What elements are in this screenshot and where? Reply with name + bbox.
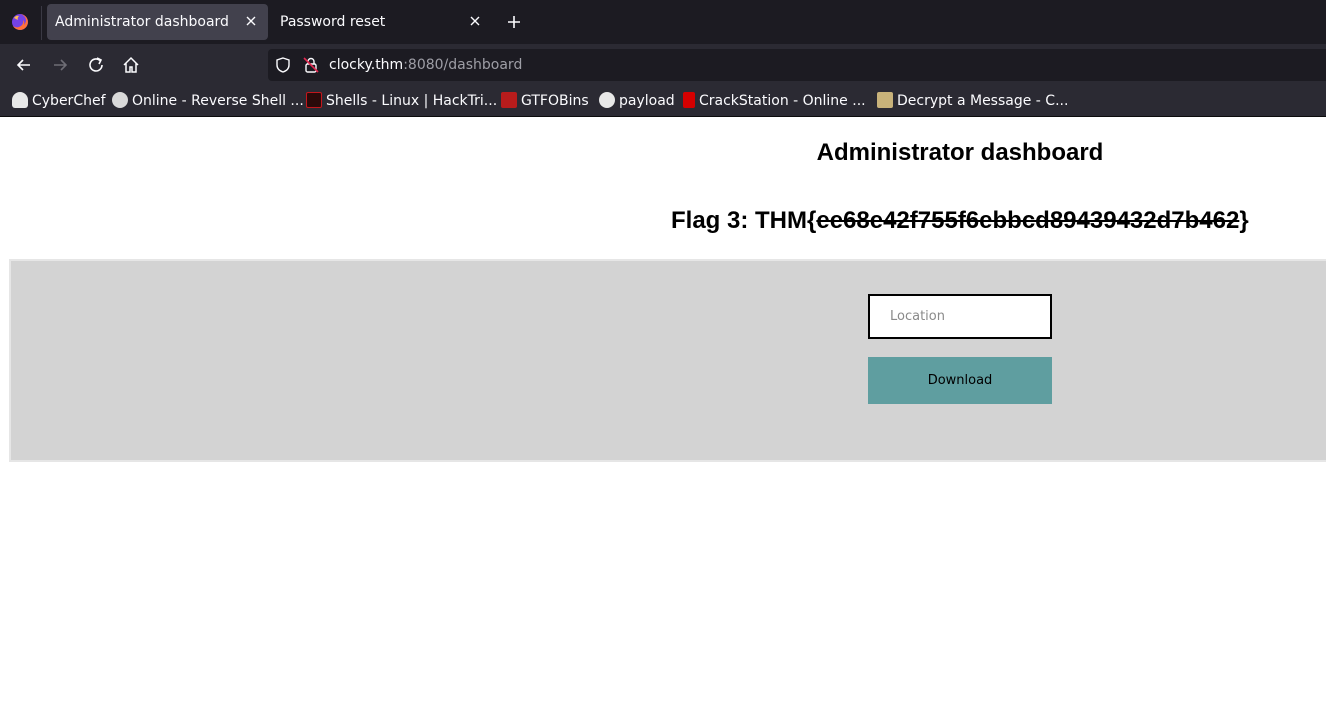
location-input[interactable] (868, 294, 1052, 339)
download-button[interactable]: Download (868, 357, 1052, 404)
flag-heading: Flag 3: THM{ee68e42f755f6ebbcd89439432d7… (671, 207, 1249, 235)
flag-suffix: } (1239, 207, 1249, 234)
flag-prefix: Flag 3: THM{ (671, 207, 817, 234)
download-form-panel (9, 259, 1326, 462)
page-title: Administrator dashboard (816, 139, 1104, 166)
flag-value: ee68e42f755f6ebbcd89439432d7b462 (816, 207, 1240, 234)
